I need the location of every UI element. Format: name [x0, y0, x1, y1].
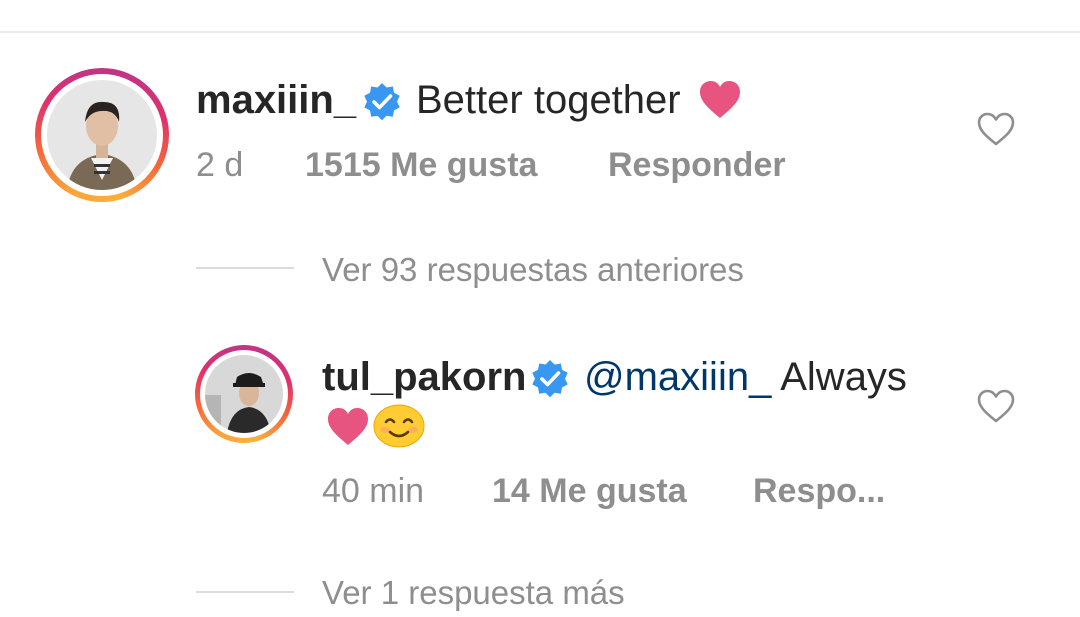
comment-username[interactable]: maxiiin_: [196, 78, 356, 122]
avatar-tul-pakorn[interactable]: [195, 345, 293, 443]
pink-heart-emoji: [328, 408, 368, 445]
avatar-maxiiin[interactable]: [35, 68, 169, 202]
avatar-photo: [47, 80, 157, 190]
comment-age: 2 d: [196, 146, 244, 184]
thread-line: [196, 267, 294, 269]
reply-username[interactable]: tul_pakorn: [322, 355, 526, 399]
thread-line: [196, 591, 294, 593]
heart-outline-icon[interactable]: [977, 389, 1015, 423]
comments-thread: maxiiin_ Better together 2 d 1515 Me gus…: [0, 0, 1080, 617]
reply-text-body: Always: [780, 355, 907, 399]
view-previous-replies-link[interactable]: Ver 93 respuestas anteriores: [322, 250, 744, 290]
comment-likes-link[interactable]: 1515 Me gusta: [305, 145, 537, 185]
comment-reply-button[interactable]: Responder: [608, 145, 786, 185]
avatar-photo: [205, 355, 283, 433]
top-divider: [0, 31, 1080, 33]
smiling-face-emoji: [373, 404, 425, 448]
comment-text: Better together: [416, 78, 681, 122]
pink-heart-emoji: [700, 81, 740, 118]
reply-text: @maxiiin_ Always: [584, 355, 907, 399]
verified-badge-icon: [364, 83, 400, 121]
reply-age: 40 min: [322, 472, 425, 510]
verified-badge-icon: [532, 360, 568, 398]
heart-outline-icon[interactable]: [977, 112, 1015, 146]
view-more-replies-link[interactable]: Ver 1 respuesta más: [322, 573, 625, 613]
mention-link[interactable]: @maxiiin_: [584, 355, 771, 399]
reply-likes-link[interactable]: 14 Me gusta: [492, 471, 687, 511]
reply-reply-button[interactable]: Respo...: [753, 471, 885, 511]
